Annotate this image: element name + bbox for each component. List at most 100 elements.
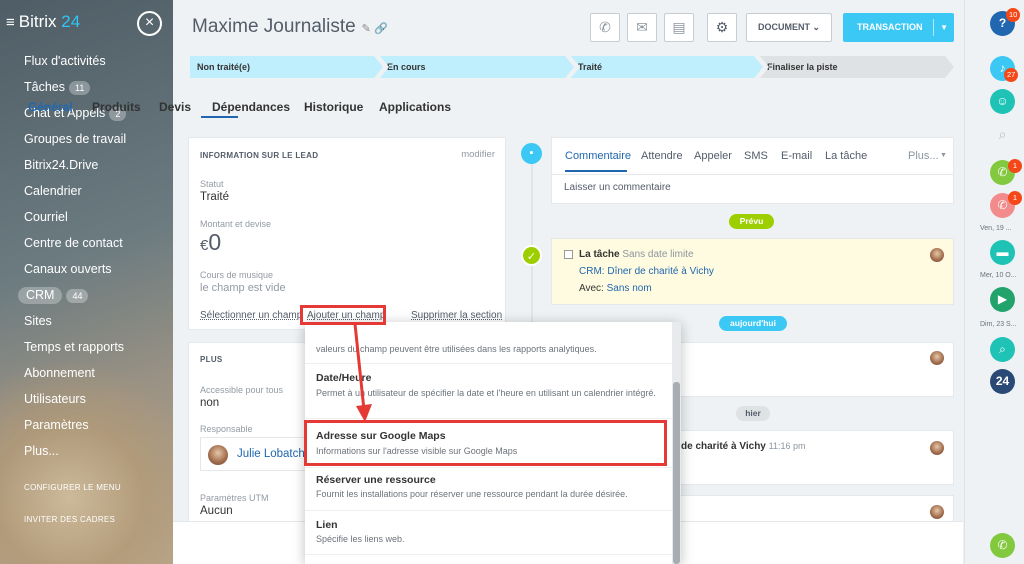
document-button[interactable]: DOCUMENT ⌄ [746,13,832,42]
utm-label: Paramètres UTM [200,493,269,503]
sidebar-item-taches[interactable]: Tâches 11 [0,74,173,100]
access-label: Accessible pour tous [200,385,284,395]
sidebar-item-plus[interactable]: Plus... [0,438,173,464]
select-field-link[interactable]: Sélectionner un champ [200,310,302,321]
comment-input[interactable]: Laisser un commentaire [564,182,671,193]
sidebar-item-label: Canaux ouverts [24,262,112,276]
amount-value[interactable]: €0 [200,229,221,256]
active-activity-tab-indicator [565,170,627,172]
search-icon[interactable]: ⌕ [990,122,1015,147]
lead-name[interactable]: Maxime Journaliste [192,16,356,37]
tab-commentaire[interactable]: Commentaire [565,150,631,162]
sidebar-item-calendrier[interactable]: Calendrier [0,178,173,204]
megaphone-icon[interactable]: ▶ [990,287,1015,312]
sidebar-item-sites[interactable]: Sites [0,308,173,334]
logo[interactable]: ≡ Bitrix 24 [6,12,80,32]
close-icon[interactable]: × [137,11,162,36]
history-card-1[interactable] [680,342,954,397]
sidebar-item-canaux[interactable]: Canaux ouverts [0,256,173,282]
responsible-name[interactable]: Julie Lobatch [237,448,305,460]
openline-chat-icon[interactable]: ▬ [990,240,1015,265]
envelope-icon: ✉ [636,19,648,35]
tab-sms[interactable]: SMS [744,150,768,162]
phone-icon[interactable]: ✆ [990,533,1015,558]
transaction-button[interactable]: TRANSACTION ▼ [843,13,954,42]
task-with-line: Avec: Sans nom [579,283,652,294]
access-value[interactable]: non [200,397,219,409]
configure-menu-link[interactable]: CONFIGURER LE MENU [24,483,121,492]
bitrix24-icon[interactable]: 24 [990,369,1015,394]
utm-value[interactable]: Aucun [200,505,233,517]
hamburger-icon[interactable]: ≡ [6,14,15,31]
sidebar-item-crm[interactable]: CRM 44 [0,282,173,308]
email-button[interactable]: ✉ [627,13,657,42]
sidebar-item-chat[interactable]: Chat et Appels 2 [0,100,173,126]
openlines-icon[interactable]: ☺ [990,89,1015,114]
invite-link[interactable]: INVITER DES CADRES [24,515,115,524]
avatar [930,248,944,262]
phone-button[interactable]: ✆ [590,13,620,42]
tab-historique[interactable]: Historique [304,100,363,114]
tab-applications[interactable]: Applications [379,100,451,114]
popup-item-link[interactable]: Lien [316,519,338,531]
stage-en-cours[interactable]: En cours [380,56,574,78]
status-value[interactable]: Traité [200,191,229,203]
task-checkbox[interactable] [564,250,573,259]
tab-produits[interactable]: Produits [92,100,141,114]
yesterday-badge: hier [736,406,770,421]
lead-info-card: INFORMATION SUR LE LEAD modifier Statut … [188,137,506,330]
modify-link[interactable]: modifier [461,149,495,160]
chat-button[interactable]: ▤ [664,13,694,42]
history-title[interactable]: de charité à Vichy [681,441,766,452]
page-header: Maxime Journaliste ✎ 🔗 ✆ ✉ ▤ ⚙ DOCUMENT ⌄… [173,0,963,135]
sidebar-item-temps[interactable]: Temps et rapports [0,334,173,360]
avatar [930,351,944,365]
sidebar-item-label: Utilisateurs [24,392,86,406]
sidebar-item-label: Tâches [24,80,65,94]
sidebar-item-label: Courriel [24,210,68,224]
caret-down-icon[interactable]: ▼ [940,13,948,42]
sidebar-item-label: Sites [24,314,52,328]
sidebar-item-courriel[interactable]: Courriel [0,204,173,230]
popup-scrollbar[interactable] [672,322,681,564]
sidebar-item-contact[interactable]: Centre de contact [0,230,173,256]
search-chat-icon[interactable]: ⌕ [990,337,1015,362]
popup-item-resource[interactable]: Réserver une ressource [316,474,436,486]
sidebar-item-drive[interactable]: Bitrix24.Drive [0,152,173,178]
recent-date-3: Dim, 23 S... [980,321,1017,328]
tab-email[interactable]: E-mail [781,150,812,162]
pencil-icon[interactable]: ✎ 🔗 [362,23,388,35]
sidebar-item-label: Groupes de travail [24,132,127,146]
tab-dependances[interactable]: Dépendances [212,100,290,114]
task-crm-link[interactable]: Dîner de charité à Vichy [607,266,714,277]
sidebar-item-label: Centre de contact [24,236,123,250]
sidebar-item-parametres[interactable]: Paramètres [0,412,173,438]
responsible-box[interactable]: Julie Lobatch [200,437,310,471]
sidebar-item-abonnement[interactable]: Abonnement [0,360,173,386]
stage-traite[interactable]: Traité [571,56,763,78]
sidebar-item-groupes[interactable]: Groupes de travail [0,126,173,152]
task-with-link[interactable]: Sans nom [607,283,652,294]
delete-section-link[interactable]: Supprimer la section [411,310,502,321]
task-title[interactable]: La tâche [579,249,620,260]
sidebar-item-utilisateurs[interactable]: Utilisateurs [0,386,173,412]
popup-item-desc: Fournit les installations pour réserver … [316,489,628,499]
tab-plus[interactable]: Plus... [908,150,939,162]
tab-devis[interactable]: Devis [159,100,191,114]
document-label: DOCUMENT [757,22,810,32]
history-card-2[interactable]: de charité à Vichy 11:16 pm [680,430,954,485]
planned-badge: Prévu [729,214,774,229]
tab-attendre[interactable]: Attendre [641,150,683,162]
sidebar-item-flux[interactable]: Flux d'activités [0,48,173,74]
course-value[interactable]: le champ est vide [200,282,286,294]
stage-finaliser[interactable]: Finaliser la piste [760,56,954,78]
settings-button[interactable]: ⚙ [707,13,737,42]
task-card[interactable]: La tâche Sans date limite CRM: Dîner de … [551,238,954,305]
page-title: Maxime Journaliste ✎ 🔗 [192,16,388,38]
tab-tache[interactable]: La tâche [825,150,867,162]
gear-icon: ⚙ [715,19,729,35]
stage-non-traite[interactable]: Non traité(e) [190,56,383,78]
tab-general[interactable]: Général [28,100,73,114]
sidebar-item-label: Flux d'activités [24,54,106,68]
tab-appeler[interactable]: Appeler [694,150,732,162]
